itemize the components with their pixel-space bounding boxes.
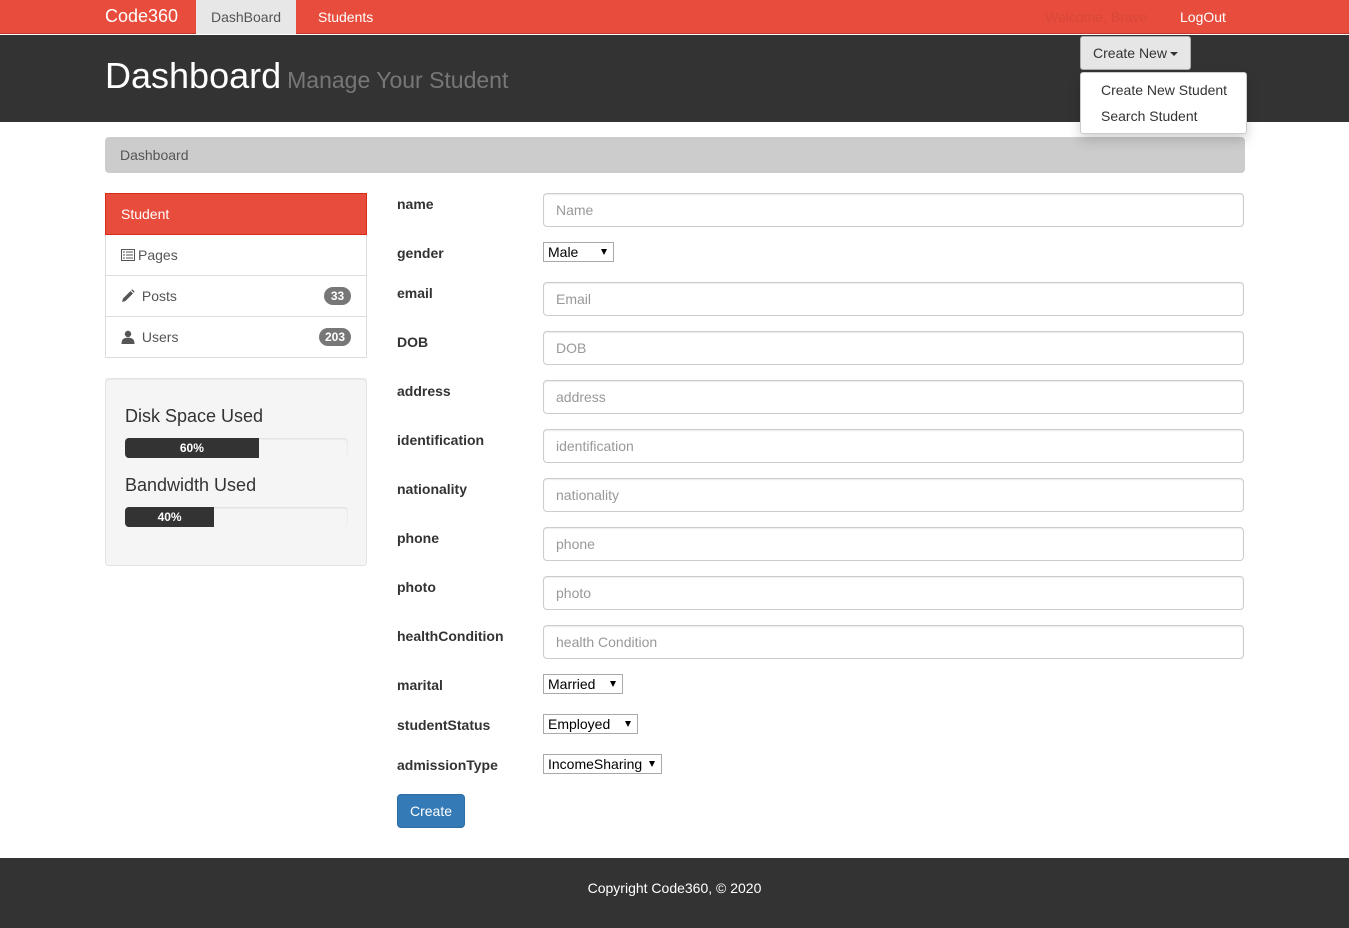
- caret-down-icon: [1169, 52, 1178, 57]
- copyright-text: Copyright Code360, © 2020: [587, 880, 762, 896]
- dob-input[interactable]: [543, 331, 1244, 365]
- gender-label: gender: [397, 245, 444, 261]
- select-arrow-icon: [625, 721, 631, 727]
- email-input[interactable]: [543, 282, 1244, 316]
- marital-select[interactable]: Married: [543, 674, 623, 694]
- breadcrumb: Dashboard: [105, 137, 1245, 173]
- select-arrow-icon: [649, 761, 655, 767]
- phone-label: phone: [397, 530, 439, 546]
- health-condition-input[interactable]: [543, 625, 1244, 659]
- sidebar-item-posts[interactable]: Posts 33: [105, 276, 367, 317]
- address-input[interactable]: [543, 380, 1244, 414]
- footer: Copyright Code360, © 2020: [0, 858, 1349, 928]
- page-title-text: Dashboard: [105, 55, 282, 96]
- top-navbar: Code360 DashBoard Students Welcome, Brav…: [0, 0, 1349, 34]
- list-icon: [121, 249, 135, 261]
- sidebar-item-pages[interactable]: Pages: [105, 235, 367, 276]
- bandwidth-heading: Bandwidth Used: [125, 475, 257, 495]
- sidebar-item-label: Users: [141, 329, 179, 345]
- breadcrumb-item[interactable]: Dashboard: [120, 147, 189, 163]
- student-status-label: studentStatus: [397, 717, 491, 733]
- email-label: email: [397, 285, 433, 301]
- nav-dashboard[interactable]: DashBoard: [196, 0, 297, 34]
- nationality-input[interactable]: [543, 478, 1244, 512]
- marital-label: marital: [397, 677, 443, 693]
- users-count-badge: 203: [318, 328, 351, 346]
- page-subtitle: Manage Your Student: [287, 67, 509, 93]
- name-input[interactable]: [543, 193, 1244, 227]
- health-condition-label: healthCondition: [397, 628, 504, 644]
- sidebar-item-student[interactable]: Student: [105, 193, 367, 235]
- identification-input[interactable]: [543, 429, 1244, 463]
- page-title: Dashboard Manage Your Student: [105, 55, 508, 97]
- phone-input[interactable]: [543, 527, 1244, 561]
- select-arrow-icon: [610, 681, 616, 687]
- brand-logo[interactable]: Code360: [105, 6, 178, 27]
- bandwidth-progress-bar: 40%: [125, 507, 215, 527]
- student-status-select[interactable]: Employed: [543, 714, 638, 734]
- sidebar-item-label: Pages: [138, 247, 178, 263]
- sidebar-item-label: Posts: [141, 288, 177, 304]
- disk-space-heading: Disk Space Used: [125, 406, 264, 426]
- sidebar-list: Student Pages Posts 33 Users 203: [105, 193, 367, 358]
- photo-input[interactable]: [543, 576, 1244, 610]
- photo-label: photo: [397, 579, 436, 595]
- disk-space-progress-bar: 60%: [125, 438, 259, 458]
- create-new-dropdown: Create New Student Search Student: [1080, 72, 1247, 134]
- nationality-label: nationality: [397, 481, 468, 497]
- bandwidth-progress: 40%: [125, 507, 348, 527]
- create-button[interactable]: Create: [397, 794, 465, 828]
- nav-welcome[interactable]: Welcome, Brave: [1030, 0, 1162, 34]
- name-label: name: [397, 196, 434, 212]
- admission-type-select[interactable]: IncomeSharing: [543, 754, 662, 774]
- address-label: address: [397, 383, 451, 399]
- admission-type-label: admissionType: [397, 757, 498, 773]
- sidebar-item-users[interactable]: Users 203: [105, 317, 367, 358]
- user-icon: [121, 330, 135, 344]
- disk-space-progress: 60%: [125, 438, 348, 458]
- menu-item-create-student[interactable]: Create New Student: [1101, 82, 1227, 98]
- nav-students[interactable]: Students: [303, 0, 388, 34]
- dob-label: DOB: [397, 334, 429, 350]
- usage-panel: Disk Space Used 60% Bandwidth Used 40%: [105, 378, 367, 566]
- sidebar-item-label: Student: [121, 206, 170, 222]
- marital-select-value: Married: [548, 676, 596, 692]
- create-new-label: Create New: [1093, 45, 1167, 61]
- posts-count-badge: 33: [324, 287, 351, 305]
- menu-item-search-student[interactable]: Search Student: [1101, 108, 1198, 124]
- pencil-icon: [122, 289, 135, 302]
- student-status-select-value: Employed: [548, 716, 611, 732]
- gender-select[interactable]: Male: [543, 242, 614, 262]
- gender-select-value: Male: [548, 244, 579, 260]
- nav-logout[interactable]: LogOut: [1165, 0, 1241, 34]
- select-arrow-icon: [601, 249, 607, 255]
- identification-label: identification: [397, 432, 485, 448]
- admission-type-select-value: IncomeSharing: [548, 756, 643, 772]
- create-new-button[interactable]: Create New: [1080, 36, 1191, 70]
